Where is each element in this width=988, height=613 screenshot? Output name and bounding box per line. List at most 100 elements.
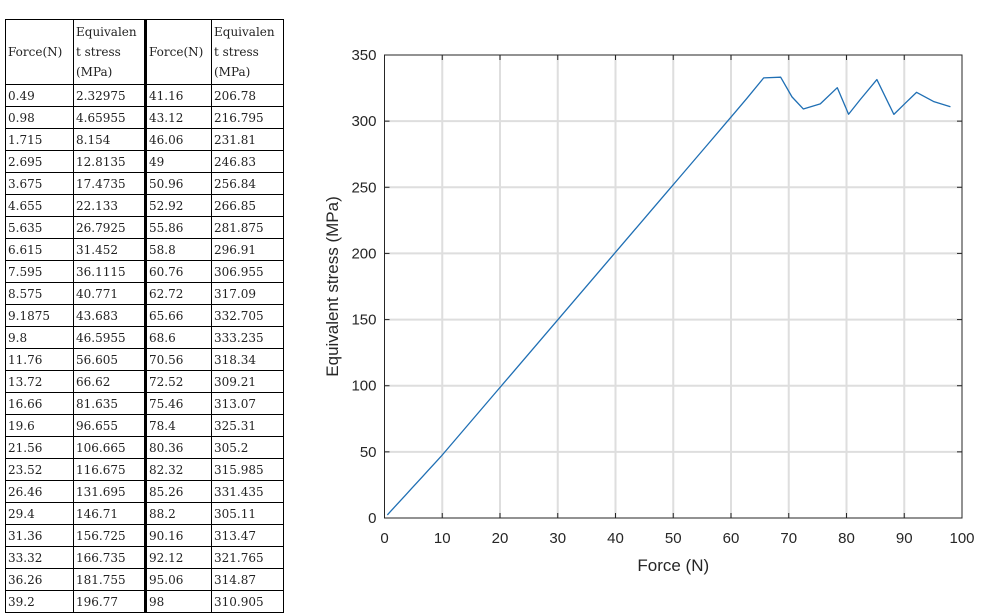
force-cell: 49	[145, 151, 212, 173]
stress-cell: 4.65955	[74, 107, 145, 129]
force-cell: 41.16	[145, 85, 212, 107]
y-tick-label: 250	[351, 179, 376, 196]
stress-cell: 17.4735	[74, 173, 145, 195]
force-cell: 16.66	[6, 393, 74, 415]
force-cell: 88.2	[145, 503, 212, 525]
force-cell: 95.06	[145, 569, 212, 591]
x-tick-label: 0	[380, 530, 388, 547]
stress-cell: 246.83	[212, 151, 284, 173]
force-cell: 82.32	[145, 459, 212, 481]
table-row: 23.52116.67582.32315.985	[6, 459, 284, 481]
stress-cell: 305.2	[212, 437, 284, 459]
force-cell: 70.56	[145, 349, 212, 371]
table-row: 13.7266.6272.52309.21	[6, 371, 284, 393]
y-tick-label: 0	[368, 510, 376, 527]
table-row: 0.984.6595543.12216.795	[6, 107, 284, 129]
header-force-2: Force(N)	[145, 20, 212, 85]
series-line	[387, 77, 950, 515]
table-row: 29.4146.7188.2305.11	[6, 503, 284, 525]
x-tick-label: 100	[949, 530, 974, 547]
force-cell: 29.4	[6, 503, 74, 525]
header-stress-line: Equivalen	[76, 22, 142, 42]
data-table: Force(N) Equivalen t stress (MPa) Force(…	[5, 19, 284, 613]
x-tick-label: 50	[665, 530, 682, 547]
x-tick-label: 70	[780, 530, 797, 547]
stress-cell: 156.725	[74, 525, 145, 547]
stress-cell: 116.675	[74, 459, 145, 481]
force-cell: 21.56	[6, 437, 74, 459]
stress-cell: 106.665	[74, 437, 145, 459]
y-tick-label: 350	[351, 47, 376, 64]
force-cell: 0.98	[6, 107, 74, 129]
stress-cell: 46.5955	[74, 327, 145, 349]
header-stress-line: t stress	[214, 42, 281, 62]
x-tick-label: 10	[434, 530, 451, 547]
force-cell: 36.26	[6, 569, 74, 591]
stress-cell: 281.875	[212, 217, 284, 239]
force-cell: 80.36	[145, 437, 212, 459]
header-stress-line: (MPa)	[214, 62, 281, 82]
force-cell: 90.16	[145, 525, 212, 547]
table-row: 3.67517.473550.96256.84	[6, 173, 284, 195]
force-cell: 31.36	[6, 525, 74, 547]
table-row: 1.7158.15446.06231.81	[6, 129, 284, 151]
table-row: 21.56106.66580.36305.2	[6, 437, 284, 459]
stress-cell: 43.683	[74, 305, 145, 327]
force-cell: 23.52	[6, 459, 74, 481]
stress-cell: 306.955	[212, 261, 284, 283]
x-tick-label: 20	[492, 530, 509, 547]
force-cell: 55.86	[145, 217, 212, 239]
stress-cell: 331.435	[212, 481, 284, 503]
stress-cell: 181.755	[74, 569, 145, 591]
force-cell: 58.8	[145, 239, 212, 261]
x-tick-label: 90	[896, 530, 913, 547]
force-cell: 65.66	[145, 305, 212, 327]
force-cell: 4.655	[6, 195, 74, 217]
stress-cell: 31.452	[74, 239, 145, 261]
series-layer	[387, 77, 950, 515]
y-tick-label: 300	[351, 113, 376, 130]
stress-cell: 131.695	[74, 481, 145, 503]
x-axis-label: Force (N)	[637, 556, 709, 575]
y-tick-label: 50	[360, 444, 377, 461]
table-row: 31.36156.72590.16313.47	[6, 525, 284, 547]
y-tick-label: 100	[351, 378, 376, 395]
stress-cell: 231.81	[212, 129, 284, 151]
force-cell: 43.12	[145, 107, 212, 129]
header-stress-line: (MPa)	[76, 62, 142, 82]
header-stress-2: Equivalen t stress (MPa)	[212, 20, 284, 85]
force-cell: 9.8	[6, 327, 74, 349]
force-cell: 8.575	[6, 283, 74, 305]
stress-cell: 256.84	[212, 173, 284, 195]
table-row: 0.492.3297541.16206.78	[6, 85, 284, 107]
table-row: 19.696.65578.4325.31	[6, 415, 284, 437]
table-row: 7.59536.111560.76306.955	[6, 261, 284, 283]
table-row: 8.57540.77162.72317.09	[6, 283, 284, 305]
force-cell: 52.92	[145, 195, 212, 217]
stress-cell: 333.235	[212, 327, 284, 349]
stress-cell: 146.71	[74, 503, 145, 525]
stress-cell: 56.605	[74, 349, 145, 371]
force-cell: 72.52	[145, 371, 212, 393]
header-stress-1: Equivalen t stress (MPa)	[74, 20, 145, 85]
x-tick-label: 30	[549, 530, 566, 547]
y-tick-label: 200	[351, 245, 376, 262]
stress-cell: 8.154	[74, 129, 145, 151]
stress-cell: 317.09	[212, 283, 284, 305]
stress-cell: 206.78	[212, 85, 284, 107]
header-stress-line: Equivalen	[214, 22, 281, 42]
header-force-1: Force(N)	[6, 20, 74, 85]
table-row: 11.7656.60570.56318.34	[6, 349, 284, 371]
force-cell: 46.06	[145, 129, 212, 151]
table-row: 4.65522.13352.92266.85	[6, 195, 284, 217]
x-tick-label: 40	[607, 530, 624, 547]
force-cell: 78.4	[145, 415, 212, 437]
stress-cell: 315.985	[212, 459, 284, 481]
force-cell: 5.635	[6, 217, 74, 239]
force-cell: 1.715	[6, 129, 74, 151]
y-axis-label: Equivalent stress (MPa)	[323, 196, 342, 376]
stress-cell: 318.34	[212, 349, 284, 371]
force-cell: 0.49	[6, 85, 74, 107]
force-cell: 60.76	[145, 261, 212, 283]
force-cell: 3.675	[6, 173, 74, 195]
